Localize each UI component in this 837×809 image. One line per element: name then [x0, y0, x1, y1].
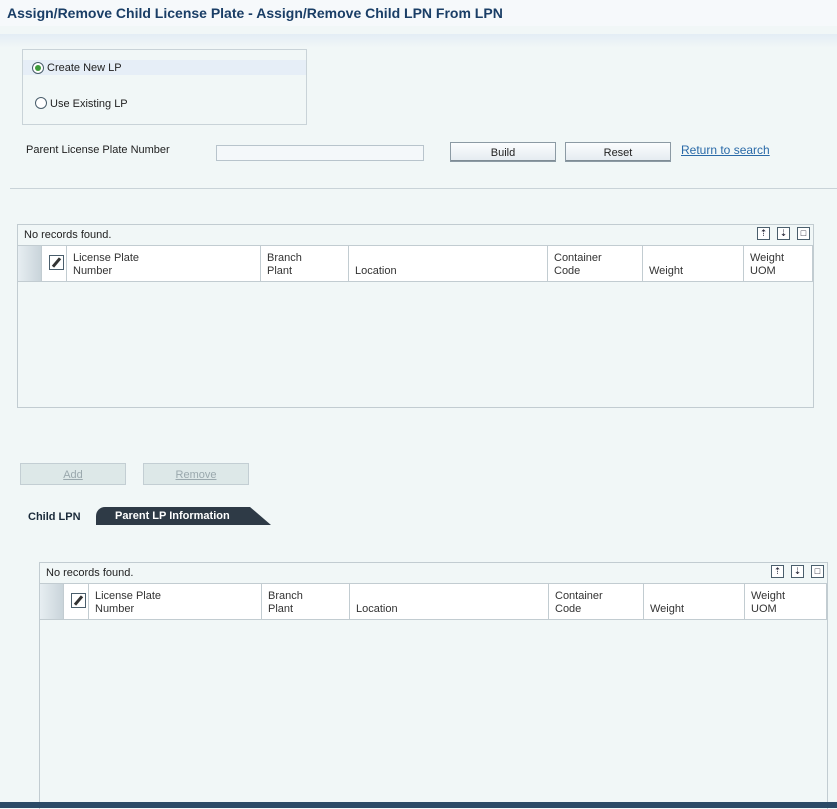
- col-weight-uom[interactable]: Weight UOM: [744, 246, 813, 281]
- export-icon[interactable]: ⇡: [771, 565, 784, 578]
- maximize-icon[interactable]: □: [797, 227, 810, 240]
- grid-header: License Plate Number Branch Plant Location…: [40, 583, 827, 620]
- col-weight-uom[interactable]: Weight UOM: [745, 584, 827, 619]
- title-bar: Assign/Remove Child License Plate - Assi…: [0, 0, 837, 26]
- lp-option-group: Create New LP Use Existing LP: [22, 49, 307, 125]
- col-branch-plant[interactable]: Branch Plant: [262, 584, 350, 619]
- export-icon[interactable]: ⇡: [757, 227, 770, 240]
- import-icon[interactable]: ⇣: [777, 227, 790, 240]
- import-icon[interactable]: ⇣: [791, 565, 804, 578]
- use-existing-lp-label: Use Existing LP: [50, 98, 128, 110]
- parent-lp-label: Parent License Plate Number: [26, 144, 170, 156]
- row-select-header[interactable]: [40, 584, 64, 619]
- grid-status: No records found.: [46, 567, 134, 579]
- add-button[interactable]: Add: [20, 463, 126, 485]
- maximize-icon[interactable]: □: [811, 565, 824, 578]
- col-location[interactable]: Location: [350, 584, 549, 619]
- divider: [10, 188, 837, 189]
- edit-header[interactable]: [64, 584, 89, 619]
- grid-header: License Plate Number Branch Plant Location…: [18, 245, 813, 282]
- create-new-lp-radio[interactable]: [32, 62, 44, 74]
- create-new-lp-label: Create New LP: [47, 62, 122, 74]
- col-container-code[interactable]: Container Code: [548, 246, 643, 281]
- tab-child-lpn[interactable]: Child LPN: [28, 511, 81, 523]
- use-existing-lp-radio[interactable]: [35, 97, 47, 109]
- edit-header[interactable]: [42, 246, 67, 281]
- col-branch-plant[interactable]: Branch Plant: [261, 246, 349, 281]
- col-license-plate[interactable]: License Plate Number: [89, 584, 262, 619]
- col-license-plate[interactable]: License Plate Number: [67, 246, 261, 281]
- col-weight[interactable]: Weight: [643, 246, 744, 281]
- col-location[interactable]: Location: [349, 246, 548, 281]
- remove-button[interactable]: Remove: [143, 463, 249, 485]
- parent-lp-input[interactable]: [216, 145, 424, 161]
- child-lp-grid: No records found. ⇡ ⇣ □ License Plate Num…: [17, 224, 814, 408]
- parent-lp-grid: No records found. ⇡ ⇣ □ License Plate Num…: [39, 562, 828, 809]
- return-to-search-link[interactable]: Return to search: [681, 143, 770, 157]
- header-band: [0, 34, 837, 48]
- grid-status: No records found.: [24, 229, 112, 241]
- page-title: Assign/Remove Child License Plate - Assi…: [7, 5, 503, 21]
- build-button[interactable]: Build: [450, 142, 556, 162]
- col-weight[interactable]: Weight: [644, 584, 745, 619]
- tab-parent-lp-information[interactable]: Parent LP Information: [96, 507, 271, 525]
- col-container-code[interactable]: Container Code: [549, 584, 644, 619]
- pencil-icon: [71, 593, 86, 608]
- reset-button[interactable]: Reset: [565, 142, 671, 162]
- pencil-icon: [49, 255, 64, 270]
- bottom-bar: [0, 802, 837, 808]
- row-select-header[interactable]: [18, 246, 42, 281]
